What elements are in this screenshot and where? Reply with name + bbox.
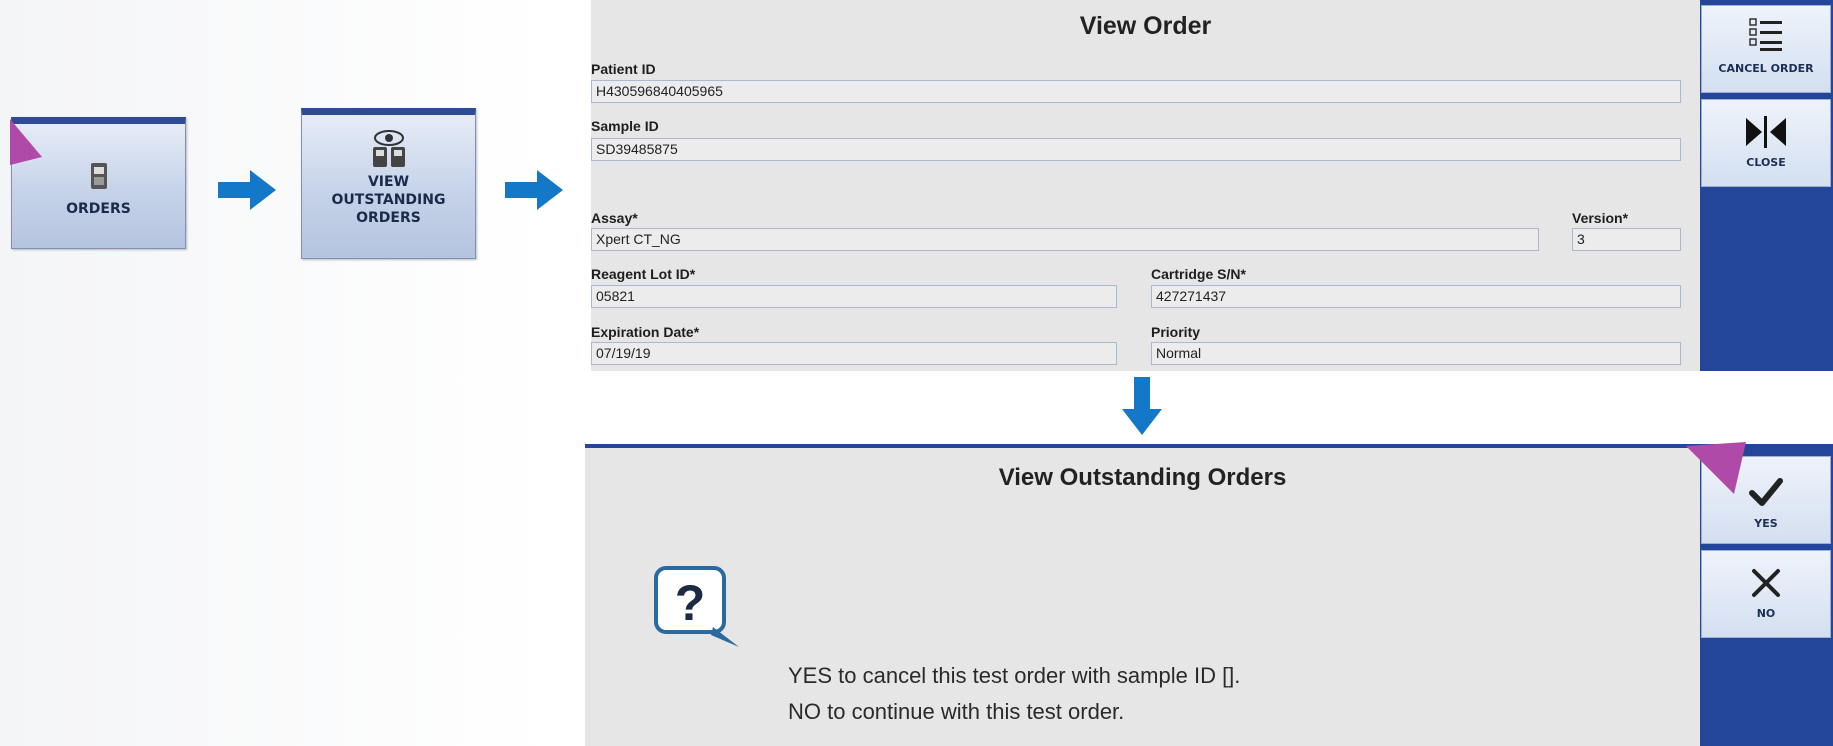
reagent-lot-field[interactable]: 05821 — [591, 285, 1117, 308]
outstanding-dialog-title: View Outstanding Orders — [998, 464, 1287, 491]
priority-field[interactable]: Normal — [1151, 342, 1681, 365]
cartridge-sn-label: Cartridge S/N* — [1151, 266, 1246, 282]
view-outstanding-label-line1: VIEW — [367, 174, 410, 190]
orders-icon — [88, 162, 110, 190]
priority-label: Priority — [1151, 324, 1201, 340]
assay-label: Assay* — [591, 210, 638, 226]
view-outstanding-orders-tile[interactable]: VIEW OUTSTANDING ORDERS — [301, 108, 476, 259]
assay-field[interactable]: Xpert CT_NG — [591, 228, 1539, 251]
reagent-lot-label: Reagent Lot ID* — [591, 266, 696, 282]
close-label: CLOSE — [1746, 156, 1786, 169]
arrow-right-icon — [218, 170, 276, 210]
x-close-icon — [1752, 569, 1780, 597]
message-line-1: YES to cancel this test order with sampl… — [788, 663, 1241, 688]
expiration-field[interactable]: 07/19/19 — [591, 342, 1117, 365]
question-icon: ? — [654, 566, 739, 647]
cancel-order-label: CANCEL ORDER — [1718, 62, 1814, 75]
close-button[interactable]: CLOSE — [1701, 99, 1831, 187]
view-order-panel: View Order Patient ID H430596840405965 S… — [591, 0, 1700, 371]
no-button[interactable]: NO — [1701, 550, 1831, 638]
version-field[interactable]: 3 — [1572, 228, 1681, 251]
view-order-title: View Order — [1079, 12, 1212, 40]
sample-id-label: Sample ID — [591, 118, 659, 134]
arrow-right-icon — [505, 170, 563, 210]
no-label: NO — [1756, 607, 1776, 620]
pointer-cursor-icon — [1686, 442, 1746, 494]
view-outstanding-label-line3: ORDERS — [356, 210, 421, 226]
arrow-down-icon — [1122, 377, 1162, 435]
patient-id-label: Patient ID — [591, 61, 656, 77]
pointer-cursor-icon — [10, 119, 42, 165]
expiration-label: Expiration Date* — [591, 324, 700, 340]
cancel-order-icon — [1749, 18, 1782, 51]
yes-label: YES — [1754, 517, 1778, 530]
orders-tile-label: ORDERS — [66, 201, 131, 217]
cancel-order-button[interactable]: CANCEL ORDER — [1701, 5, 1831, 93]
close-collapse-icon — [1746, 116, 1786, 148]
view-outstanding-label-line2: OUTSTANDING — [331, 192, 446, 208]
patient-id-field[interactable]: H430596840405965 — [591, 80, 1681, 103]
version-label: Version* — [1572, 210, 1629, 226]
view-order-sidebar: CANCEL ORDER CLOSE — [1700, 0, 1833, 371]
svg-text:?: ? — [675, 575, 706, 631]
outstanding-orders-dialog: View Outstanding Orders ? YES to cancel … — [585, 444, 1700, 746]
view-orders-icon — [369, 129, 409, 169]
sample-id-field[interactable]: SD39485875 — [591, 138, 1681, 161]
message-line-2: NO to continue with this test order. — [788, 699, 1125, 724]
cartridge-sn-field[interactable]: 427271437 — [1151, 285, 1681, 308]
